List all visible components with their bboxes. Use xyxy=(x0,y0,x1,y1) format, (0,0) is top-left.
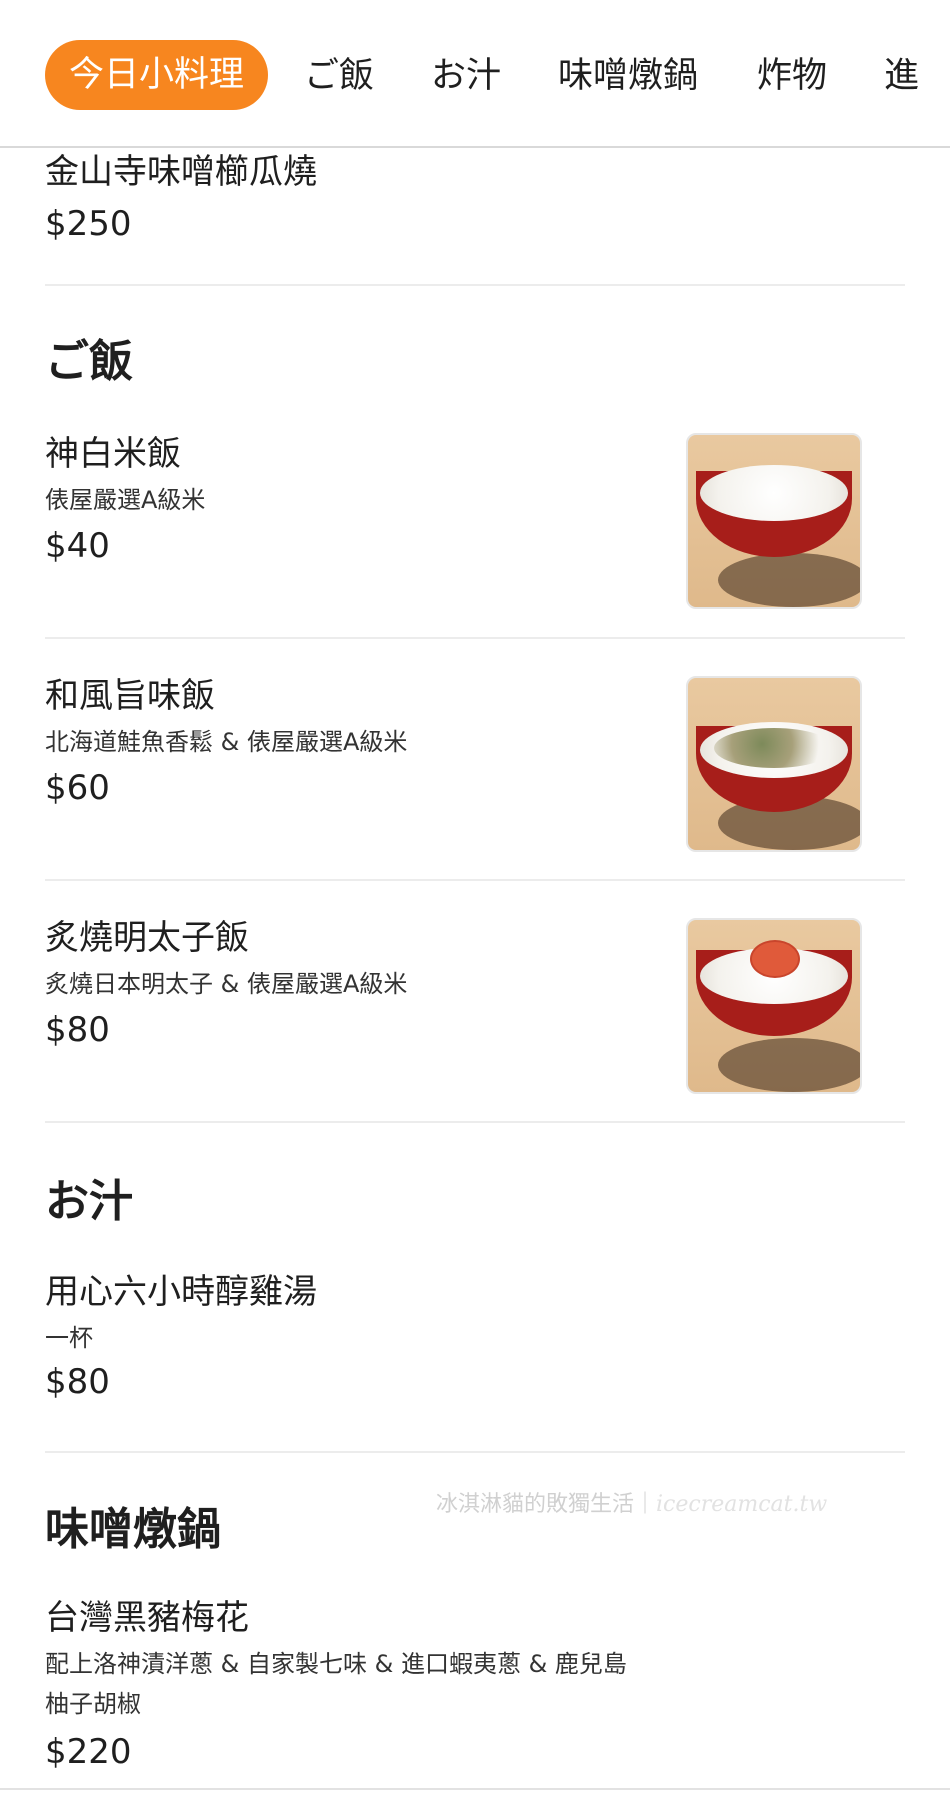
bowl-shadow xyxy=(718,553,860,607)
watermark: 冰淇淋貓的敗獨生活｜icecreamcat.tw xyxy=(436,1486,827,1518)
mentaiko-rice-image[interactable] xyxy=(686,918,862,1094)
item-price: $250 xyxy=(45,204,132,244)
section-title-soup: お汁 xyxy=(45,1176,133,1227)
item-description: 俵屋嚴選A級米 xyxy=(45,486,206,514)
item-description: 炙燒日本明太子 & 俵屋嚴選A級米 xyxy=(45,970,408,998)
divider xyxy=(45,879,905,881)
divider xyxy=(45,284,905,286)
divider xyxy=(45,1451,905,1453)
item-price: $40 xyxy=(45,526,110,566)
tab-rice[interactable]: ご飯 xyxy=(304,40,374,112)
item-name: 用心六小時醇雞湯 xyxy=(45,1272,317,1312)
bowl-shadow xyxy=(718,1038,860,1092)
item-price: $60 xyxy=(45,768,110,808)
item-price: $80 xyxy=(45,1010,110,1050)
item-name: 金山寺味噌櫛瓜燒 xyxy=(45,152,317,192)
furikake-topping xyxy=(714,728,834,768)
rice xyxy=(700,465,848,521)
tab-miso-stew[interactable]: 味噌燉鍋 xyxy=(558,40,698,112)
divider xyxy=(45,1121,905,1123)
menu-item-black-pork[interactable]: 台灣黑豬梅花 配上洛神漬洋蔥 & 自家製七味 & 進口蝦夷蔥 & 鹿兒島 柚子胡… xyxy=(45,1598,905,1798)
item-description: 一杯 xyxy=(45,1324,93,1352)
section-title-rice: ご飯 xyxy=(45,336,133,387)
watermark-url: icecreamcat.tw xyxy=(656,1492,828,1517)
salmon-furikake-rice-image[interactable] xyxy=(686,676,862,852)
item-description: 配上洛神漬洋蔥 & 自家製七味 & 進口蝦夷蔥 & 鹿兒島 xyxy=(45,1650,627,1678)
divider xyxy=(45,637,905,639)
rice-bowl-image[interactable] xyxy=(686,433,862,609)
mentaiko-topping xyxy=(750,940,800,978)
watermark-text: 冰淇淋貓的敗獨生活｜ xyxy=(436,1492,657,1517)
tab-today-small-dishes[interactable]: 今日小料理 xyxy=(45,40,269,110)
menu-item-chicken-soup[interactable]: 用心六小時醇雞湯 一杯 $80 xyxy=(45,1272,905,1432)
item-name: 神白米飯 xyxy=(45,434,181,474)
section-title-miso-stew: 味噌燉鍋 xyxy=(45,1504,221,1555)
bottom-divider xyxy=(0,1788,950,1790)
tab-soup[interactable]: お汁 xyxy=(431,40,501,112)
item-price: $220 xyxy=(45,1732,132,1772)
menu-item-zucchini[interactable]: 金山寺味噌櫛瓜燒 $250 xyxy=(45,148,905,278)
tab-more[interactable]: 進 xyxy=(884,40,919,112)
tab-fried[interactable]: 炸物 xyxy=(757,40,827,112)
item-name: 和風旨味飯 xyxy=(45,676,215,716)
item-name: 炙燒明太子飯 xyxy=(45,918,249,958)
item-description: 北海道鮭魚香鬆 & 俵屋嚴選A級米 xyxy=(45,728,408,756)
item-price: $80 xyxy=(45,1362,110,1402)
item-description-continued: 柚子胡椒 xyxy=(45,1690,141,1718)
category-tab-bar: 今日小料理 ご飯 お汁 味噌燉鍋 炸物 進 xyxy=(0,0,950,148)
item-name: 台灣黑豬梅花 xyxy=(45,1598,249,1638)
